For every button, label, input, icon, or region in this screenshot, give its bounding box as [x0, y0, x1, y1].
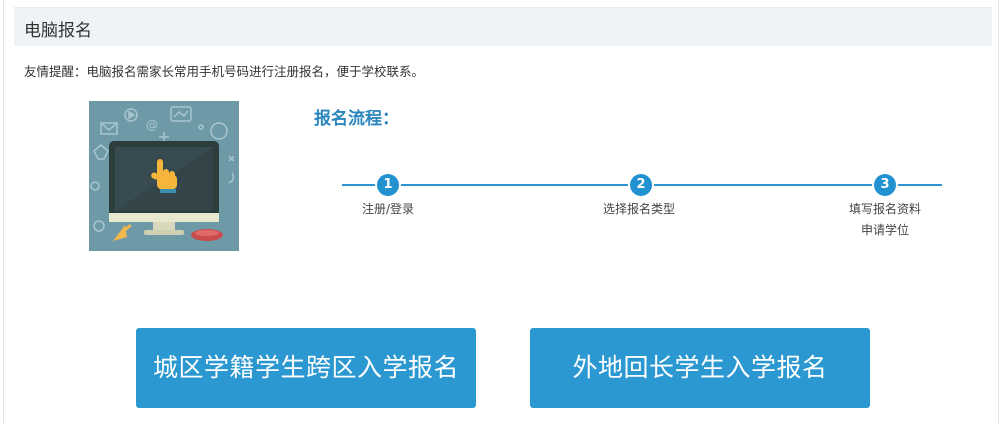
- section-header: 电脑报名: [14, 7, 992, 46]
- step-3-label: 填写报名资料 申请学位: [815, 199, 955, 241]
- flow-title: 报名流程：: [314, 109, 399, 129]
- svg-text:@: @: [146, 118, 158, 132]
- computer-with-hand-cursor-icon: @: [89, 101, 239, 251]
- step-3-badge: 3: [874, 174, 896, 196]
- city-cross-district-signup-button[interactable]: 城区学籍学生跨区入学报名: [136, 328, 476, 408]
- reminder-text: 友情提醒：电脑报名需家长常用手机号码进行注册报名，便于学校联系。: [24, 64, 425, 79]
- step-3-label-line1: 填写报名资料: [848, 202, 921, 216]
- step-1-label: 注册/登录: [361, 202, 415, 216]
- page-title: 电脑报名: [24, 21, 92, 41]
- step-2-badge: 2: [630, 174, 652, 196]
- step-1-badge: 1: [377, 174, 399, 196]
- step-3-label-line2: 申请学位: [860, 223, 909, 237]
- outside-returning-signup-button[interactable]: 外地回长学生入学报名: [530, 328, 870, 408]
- step-2-label: 选择报名类型: [602, 202, 675, 216]
